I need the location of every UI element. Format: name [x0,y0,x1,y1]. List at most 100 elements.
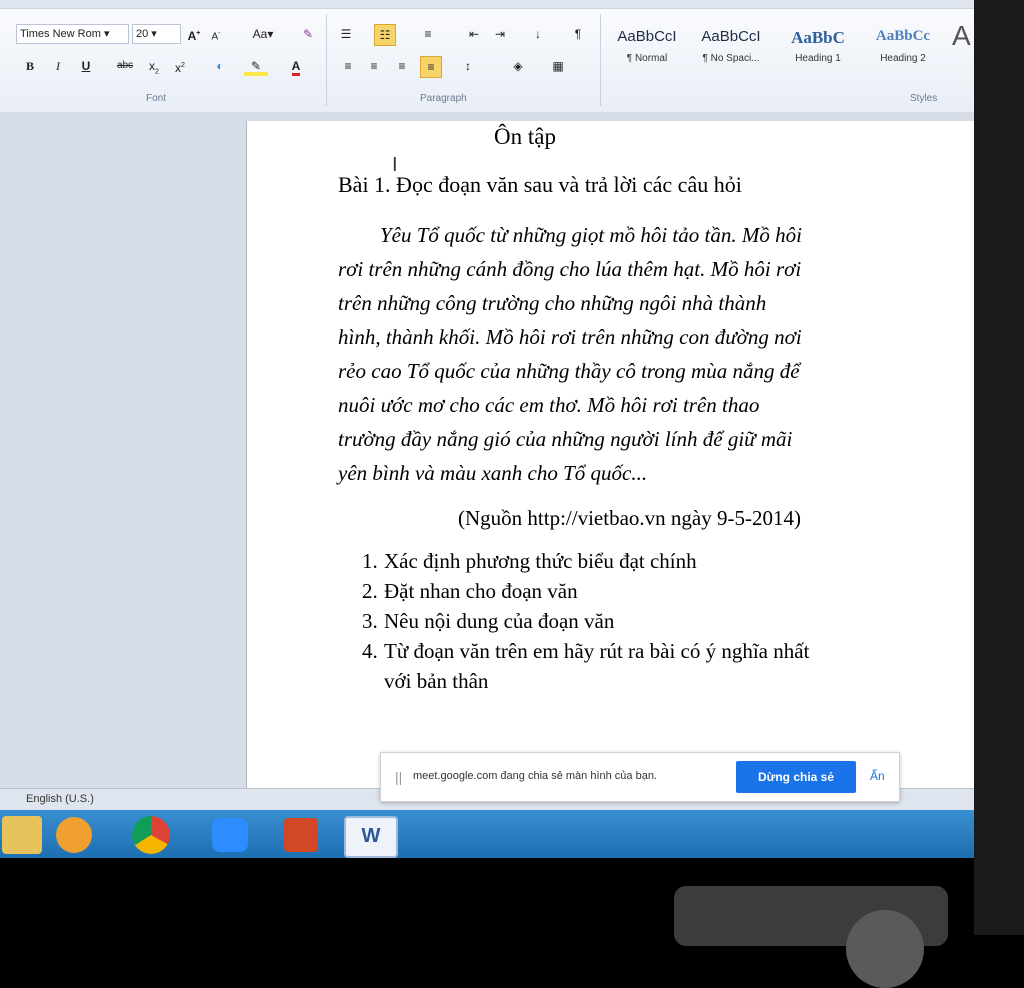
font-name-combo[interactable]: Times New Rom ▾ [16,24,129,44]
stop-sharing-button[interactable]: Dừng chia sẻ [736,761,856,793]
question-list: 1. Xác định phương thức biểu đạt chính 2.… [362,546,809,696]
taskbar: W [0,810,974,858]
media-player-icon[interactable] [56,817,92,853]
list-item: 2. Đặt nhan cho đoạn văn [362,576,809,606]
ribbon: Times New Rom ▾ 20 ▾ A+ A- Aa▾ ✎ B I U a… [0,0,974,113]
italic-label: I [56,59,60,73]
shading-icon[interactable]: ◈ [508,56,528,76]
list-item: 3. Nêu nội dung của đoạn văn [362,606,809,636]
question-text: Xác định phương thức biểu đạt chính [384,549,697,573]
align-right-icon[interactable]: ≡ [392,56,412,76]
styles-group-label: Styles [910,93,938,104]
question-number: 4. [362,639,378,663]
underline-button[interactable]: U [76,56,96,76]
font-group-label: Font [146,93,167,104]
numbering-icon[interactable]: ☷ [374,24,396,46]
change-case-label: Aa [252,27,268,41]
bold-button[interactable]: B [20,56,40,76]
style-preview: AaBbCcI [701,28,761,45]
word-window: Times New Rom ▾ 20 ▾ A+ A- Aa▾ ✎ B I U a… [0,0,974,858]
font-color-label: A [291,59,301,76]
subscript-button[interactable]: x2 [144,56,164,76]
superscript-button[interactable]: x2 [170,56,190,76]
paragraph-group-label: Paragraph [420,93,467,104]
change-case-button[interactable]: Aa▾ [250,24,276,44]
show-formatting-button[interactable]: ¶ [568,24,588,44]
style-name: ¶ Normal [626,53,668,64]
document-title: Ôn tập [494,124,556,149]
style-name: Heading 2 [880,53,926,64]
font-size-combo[interactable]: 20 ▾ [132,24,181,44]
paragraph-line: rẻo cao Tổ quốc của những thầy cô trong … [338,359,800,383]
paragraph-line: nuôi ước mơ cho các em thơ. Mồ hôi rơi t… [338,393,760,417]
meet-button-icon[interactable] [846,910,924,988]
text-effects-icon[interactable]: ◐ [210,56,230,76]
style-no-spacing[interactable]: AaBbCcI ¶ No Spaci... [690,28,772,84]
style-preview: AaBbCc [875,28,931,44]
powerpoint-icon[interactable] [284,818,318,852]
grow-font-label: A [187,29,197,43]
paragraph-line: yên bình và màu xanh cho Tổ quốc... [338,461,648,485]
word-glyph: W [361,825,381,847]
question-text: Nêu nội dung của đoạn văn [384,609,615,633]
bullets-icon[interactable]: ☰ [336,24,356,44]
chrome-icon[interactable] [132,816,170,854]
clear-format-icon[interactable]: ✎ [298,24,318,44]
italic-button[interactable]: I [48,56,68,76]
paragraph-line: hình, thành khối. Mồ hôi rơi trên những … [338,325,802,349]
strikethrough-button[interactable]: abc [112,56,138,76]
question-number: 2. [362,579,378,603]
share-message: meet.google.com đang chia sẻ màn hình củ… [413,770,657,782]
question-text: Đặt nhan cho đoạn văn [384,579,578,603]
shrink-font-button[interactable]: A- [206,24,226,44]
decrease-indent-icon[interactable]: ⇤ [464,24,484,44]
question-number: 1. [362,549,378,573]
question-text: Từ đoạn văn trên em hãy rút ra bài có ý … [384,639,810,663]
line-spacing-icon[interactable]: ↕ [458,56,478,76]
font-size-value: 20 [136,28,149,40]
font-color-button[interactable]: A [286,56,306,76]
font-name-value: Times New Rom [20,28,101,40]
ribbon-top-edge [0,0,974,9]
style-name: Heading 1 [795,53,841,64]
list-item: 1. Xác định phương thức biểu đạt chính [362,546,809,576]
more-styles-button[interactable]: A [952,20,971,52]
exercise-heading: Bài 1. Đọc đoạn văn sau và trả lời các c… [338,172,742,197]
style-name: ¶ No Spaci... [702,53,760,64]
source-citation: (Nguồn http://vietbao.vn ngày 9-5-2014) [458,506,801,530]
style-heading-1[interactable]: AaBbC Heading 1 [778,28,858,84]
multilevel-list-icon[interactable]: ≡ [418,24,438,44]
style-preview: AaBbC [791,28,845,47]
style-preview: AaBbCcI [617,28,677,45]
sort-icon[interactable]: ↓ [528,24,548,44]
style-normal[interactable]: AaBbCcI ¶ Normal [608,28,686,84]
increase-indent-icon[interactable]: ⇥ [490,24,510,44]
borders-icon[interactable]: ▦ [548,56,568,76]
paragraph-line: trường đầy nắng gió của những người lính… [338,427,793,451]
align-center-icon[interactable]: ≡ [364,56,384,76]
file-explorer-icon[interactable] [2,816,42,854]
screen-share-notification: || meet.google.com đang chia sẻ màn hình… [380,752,900,802]
word-icon[interactable]: W [344,816,398,858]
list-item: 4. Từ đoạn văn trên em hãy rút ra bài có … [362,636,809,666]
align-left-icon[interactable]: ≡ [338,56,358,76]
paragraph-line: Yêu Tổ quốc từ những giọt mồ hôi tảo tần… [380,223,802,247]
meet-control-card[interactable] [674,886,948,988]
style-heading-2[interactable]: AaBbCc Heading 2 [864,28,942,84]
right-side-bar [974,0,1024,935]
reading-paragraph: Yêu Tổ quốc từ những giọt mồ hôi tảo tần… [338,218,923,490]
bold-label: B [25,59,34,73]
hide-link[interactable]: Ẩn [870,769,885,783]
drag-handle-icon[interactable]: || [395,769,402,785]
underline-label: U [81,59,91,73]
strikethrough-label: abc [116,60,134,71]
group-divider [600,14,601,106]
group-divider [326,14,327,106]
zoom-icon[interactable] [212,818,248,852]
pilcrow-label: ¶ [574,27,582,41]
grow-font-button[interactable]: A+ [184,24,204,44]
highlight-color-icon[interactable]: ✎ [244,56,268,76]
justify-icon[interactable]: ≡ [420,56,442,78]
paragraph-line: trên những công trường cho những ngôi nh… [338,291,767,315]
language-indicator[interactable]: English (U.S.) [26,793,94,805]
